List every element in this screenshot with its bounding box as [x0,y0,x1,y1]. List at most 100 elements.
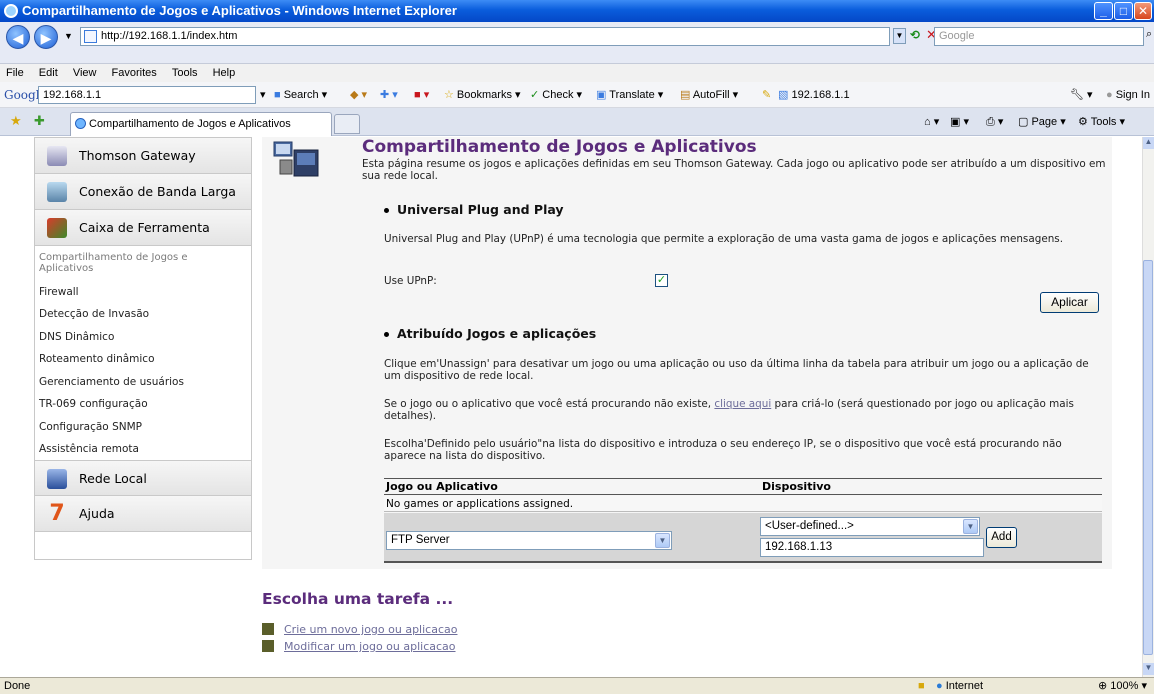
page-menu-label: Page [1031,116,1058,128]
google-search-input[interactable]: 192.168.1.1 [38,86,256,104]
bookmarks-button[interactable]: ☆ Bookmarks ▾ [444,82,521,108]
recent-pages-icon[interactable]: ▼ [64,31,73,41]
print-icon[interactable]: ⎙ ▾ [986,108,1003,136]
menu-help[interactable]: Help [213,67,236,79]
favorites-star-icon[interactable]: ★ [10,113,22,129]
task-label: Crie um novo jogo ou aplicacao [284,623,458,636]
close-icon[interactable]: ✕ [1134,2,1152,20]
sidebar-item-ajuda[interactable]: 7 Ajuda [35,496,251,532]
sidebar-link-roteamento[interactable]: Roteamento dinâmico [39,353,155,365]
menu-tools[interactable]: Tools [172,67,198,79]
sidebar-link-invasao[interactable]: Detecção de Invasão [39,308,149,320]
assigned-paragraph-1: Clique em'Unassign' para desativar um jo… [384,358,1089,382]
menu-favorites[interactable]: Favorites [112,67,157,79]
sign-in-label: Sign In [1115,89,1150,101]
zone-label: Internet [945,680,984,692]
menu-edit[interactable]: Edit [39,67,58,79]
use-upnp-checkbox[interactable]: ✓ [655,274,668,287]
apply-button[interactable]: Aplicar [1040,292,1099,313]
wrench-icon[interactable]: 🔧︎ ▾ [1070,82,1093,108]
sidebar-link-assistencia[interactable]: Assistência remota [39,443,139,455]
page-intro: Esta página resume os jogos e aplicações… [362,158,1106,182]
zoom-value: 100% [1110,680,1139,692]
empty-row: No games or applications assigned. [384,496,1102,512]
sidebar-link-dns[interactable]: DNS Dinâmico [39,331,114,343]
search-dropdown-icon[interactable]: ▾ [260,82,266,108]
tools-menu-label: Tools [1090,116,1117,128]
sidebar-item-thomson-gateway[interactable]: Thomson Gateway [35,138,251,174]
sidebar-link-jogos[interactable]: Compartilhamento de Jogos e Aplicativos [39,252,219,274]
refresh-icon[interactable]: ⟲ [910,28,920,42]
arrow-icon [262,623,274,635]
broadband-icon [47,182,67,202]
col-header-app: Jogo ou Aplicativo [386,480,498,493]
sidebar-item-label: Thomson Gateway [79,148,196,163]
assigned-paragraph-3: Escolha'Definido pelo usuário"na lista d… [384,438,1062,462]
google-search-button[interactable]: ■ Search ▾ [274,82,327,108]
google-query-text: 192.168.1.1 [43,89,102,101]
sidebar-link-firewall[interactable]: Firewall [39,286,79,298]
forward-icon[interactable]: ▶ [34,25,58,49]
search-input[interactable]: Google [934,27,1144,46]
scroll-down-icon[interactable]: ▼ [1143,663,1154,675]
tab-bar: ★ ✚ Compartilhamento de Jogos e Aplicati… [0,108,1154,136]
task-modify-link[interactable]: Modificar um jogo ou aplicacao [262,640,456,653]
game-computer-icon [273,141,319,177]
home-icon[interactable]: ⌂ ▾ [924,108,939,136]
task-create-link[interactable]: Crie um novo jogo ou aplicacao [262,623,457,636]
p2-text-before: Se o jogo ou o aplicativo que você está … [384,398,712,410]
new-tab-button[interactable] [334,114,360,134]
sidebar-link-tr069[interactable]: TR-069 configuração [39,398,148,410]
back-icon[interactable]: ◀ [6,25,30,49]
google-search-label: Search [283,89,319,101]
sidebar-link-snmp[interactable]: Configuração SNMP [39,421,142,433]
device-select[interactable]: <User-defined...> ▼ [760,517,980,536]
zoom-control[interactable]: ⊕ 100% ▾ [1098,678,1147,694]
scrollbar-thumb[interactable] [1143,260,1153,655]
sidebar-item-label: Rede Local [79,471,147,486]
add-button[interactable]: Add [986,527,1017,548]
window-title-bar[interactable]: Compartilhamento de Jogos e Aplicativos … [0,0,1154,22]
url-text: http://192.168.1.1/index.htm [101,30,238,42]
url-input[interactable]: http://192.168.1.1/index.htm [80,27,890,46]
page-link-button[interactable]: ▧ 192.168.1.1 [778,82,850,108]
feeds-icon[interactable]: ▣ ▾ [950,108,969,136]
zone-indicator[interactable]: ● Internet [936,678,983,694]
highlight-icon[interactable]: ✎ [762,82,771,108]
translate-label: Translate [609,89,655,101]
table-header: Jogo ou Aplicativo Dispositivo [384,478,1102,495]
sidebar-link-usuarios[interactable]: Gerenciamento de usuários [39,376,184,388]
menu-file[interactable]: File [6,67,24,79]
plus-icon[interactable]: ✚ ▾ [380,82,398,108]
page-content: Thomson Gateway Conexão de Banda Larga C… [0,137,1142,677]
maximize-icon[interactable]: □ [1114,2,1133,20]
gmail-icon[interactable]: ◆ ▾ [350,82,367,108]
ip-address-field[interactable]: 192.168.1.13 [760,538,984,557]
assigned-heading: Atribuído Jogos e aplicações [383,326,597,341]
gateway-icon [47,146,67,166]
scroll-up-icon[interactable]: ▲ [1143,137,1154,149]
create-link[interactable]: clique aqui [714,398,771,410]
autofill-button[interactable]: ▤ AutoFill ▾ [680,82,738,108]
search-icon[interactable]: ⌕ [1146,28,1152,41]
help-icon: 7 [49,501,65,526]
task-label: Modificar um jogo ou aplicacao [284,640,456,653]
app-select[interactable]: FTP Server ▼ [386,531,672,550]
popup-blocker-icon[interactable]: ■ ▾ [414,82,429,108]
page-menu-button[interactable]: ▢ Page ▾ [1018,108,1066,136]
sidebar-item-caixa-ferramenta[interactable]: Caixa de Ferramenta [35,210,251,246]
tools-menu-button[interactable]: ⚙ Tools ▾ [1078,108,1125,136]
add-favorites-icon[interactable]: ✚ [34,113,45,129]
sidebar: Thomson Gateway Conexão de Banda Larga C… [34,137,252,560]
sidebar-item-rede-local[interactable]: Rede Local [35,460,251,496]
minimize-icon[interactable]: _ [1094,2,1113,20]
tab-current-page[interactable]: Compartilhamento de Jogos e Aplicativos [70,112,332,136]
sidebar-item-label: Ajuda [79,506,115,521]
menu-view[interactable]: View [73,67,97,79]
url-dropdown-icon[interactable]: ▼ [893,28,906,44]
sidebar-item-banda-larga[interactable]: Conexão de Banda Larga [35,174,251,210]
translate-button[interactable]: ▣ Translate ▾ [596,82,663,108]
page-link-label: 192.168.1.1 [791,89,850,101]
check-button[interactable]: ✓ Check ▾ [530,82,582,108]
tab-label: Compartilhamento de Jogos e Aplicativos [89,118,291,130]
